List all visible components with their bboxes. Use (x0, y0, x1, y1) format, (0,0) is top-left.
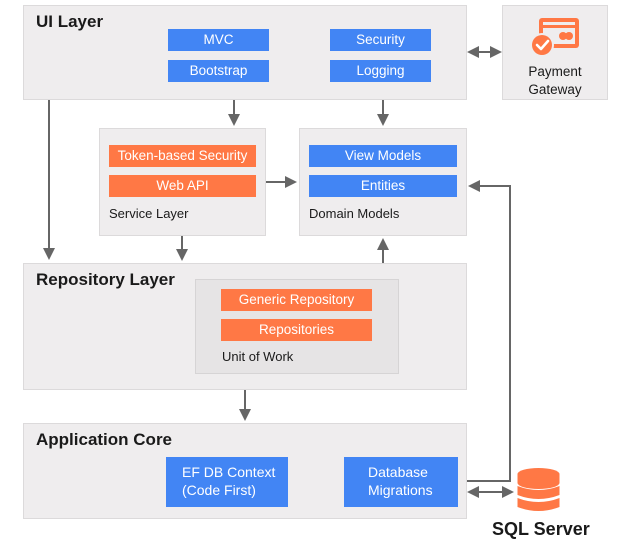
arrow-sql-to-entities (467, 180, 511, 482)
connector-arrows (43, 46, 514, 498)
